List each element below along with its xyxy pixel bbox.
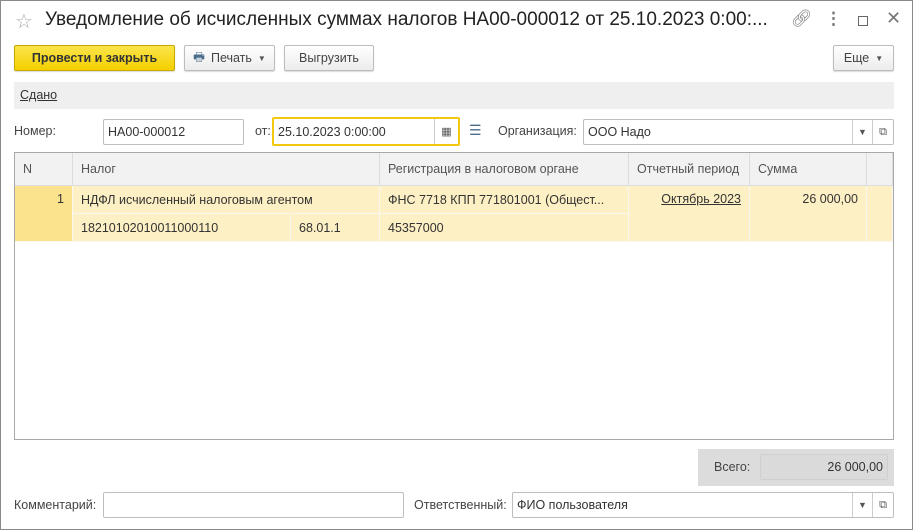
document-check-icon[interactable]: ☰ [469,122,482,139]
period-cell[interactable]: Октябрь 2023 [629,186,750,242]
chevron-down-icon[interactable]: ▼ [852,120,872,144]
organization-select[interactable]: ООО Надо ▼ ⧉ [583,119,894,145]
status-link[interactable]: Сдано [20,88,57,102]
print-button[interactable]: 🖶 Печать ▼ [184,45,275,71]
column-header-registration[interactable]: Регистрация в налоговом органе [380,153,629,186]
oktmo-cell[interactable]: 45357000 [380,214,629,242]
calendar-icon[interactable]: ▦ [434,119,458,144]
more-button[interactable]: Еще ▼ [833,45,894,71]
print-label: Печать [210,51,252,65]
post-and-close-button[interactable]: Провести и закрыть [14,45,175,71]
comment-label: Комментарий: [14,498,97,512]
responsible-value: ФИО пользователя [517,498,628,512]
total-label: Всего: [714,460,751,474]
row-spacer [867,186,893,242]
export-button[interactable]: Выгрузить [284,45,374,71]
responsible-select[interactable]: ФИО пользователя ▼ ⧉ [512,492,894,518]
organization-label: Организация: [498,124,577,138]
post-and-close-label: Провести и закрыть [31,51,158,65]
document-window: ☆ Уведомление об исчисленных суммах нало… [0,0,913,530]
taxes-table: N Налог Регистрация в налоговом органе О… [14,152,894,440]
printer-icon: 🖶 [193,49,205,64]
totals-panel: Всего: 26 000,00 [698,449,894,486]
more-icon[interactable]: ⋮ [825,9,842,29]
date-value: 25.10.2023 0:00:00 [278,124,386,139]
total-value: 26 000,00 [827,460,883,474]
sum-cell[interactable]: 26 000,00 [750,186,867,242]
status-band: Сдано [14,82,894,109]
kbk-cell[interactable]: 18210102010011000110 [73,214,291,242]
number-value: НА00-000012 [108,125,186,139]
close-icon[interactable]: ✕ [886,8,901,29]
period-link[interactable]: Октябрь 2023 [661,192,741,206]
total-field: 26 000,00 [760,454,888,480]
number-input[interactable]: НА00-000012 [103,119,244,145]
export-label: Выгрузить [299,51,359,65]
chevron-down-icon: ▼ [257,53,266,63]
row-number: 1 [15,186,73,242]
date-label: от: [255,124,271,138]
responsible-label: Ответственный: [414,498,507,512]
open-icon[interactable]: ⧉ [872,493,893,517]
comment-input[interactable] [103,492,404,518]
star-icon[interactable]: ☆ [15,9,33,34]
column-header-period[interactable]: Отчетный период [629,153,750,186]
registration-cell[interactable]: ФНС 7718 КПП 771801001 (Общест... [380,186,629,214]
account-cell[interactable]: 68.01.1 [291,214,380,242]
organization-value: ООО Надо [588,125,651,139]
maximize-icon[interactable] [858,16,868,26]
window-title: Уведомление об исчисленных суммах налого… [45,9,768,30]
chevron-down-icon[interactable]: ▼ [852,493,872,517]
column-header-n[interactable]: N [15,153,73,186]
open-icon[interactable]: ⧉ [872,120,893,144]
chevron-down-icon: ▼ [875,53,884,63]
link-icon[interactable]: 🔗︎ [791,9,813,29]
tax-cell[interactable]: НДФЛ исчисленный налоговым агентом [73,186,380,214]
column-header-sum[interactable]: Сумма [750,153,867,186]
column-header-tax[interactable]: Налог [73,153,380,186]
column-header-spacer [867,153,893,186]
number-label: Номер: [14,124,56,138]
more-label: Еще [843,51,870,65]
date-input[interactable]: 25.10.2023 0:00:00 ▦ [272,117,460,146]
